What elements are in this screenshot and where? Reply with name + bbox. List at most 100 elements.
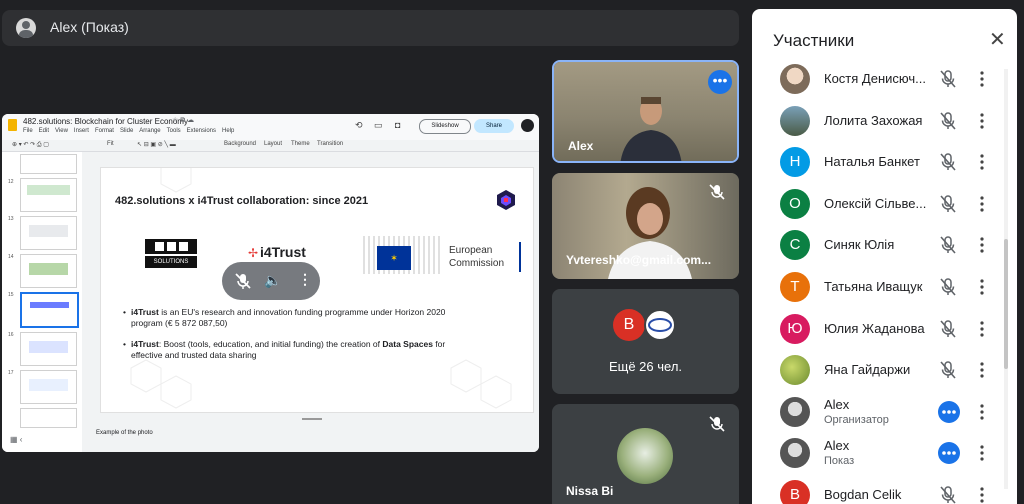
ec-logo-line1: European	[449, 245, 493, 256]
tile-yvtereshko[interactable]: Yvtereshko@gmail.com...	[552, 173, 739, 279]
kebab-menu-icon[interactable]	[980, 361, 984, 379]
mic-off-icon[interactable]	[938, 277, 958, 297]
toolbar-layout[interactable]: Layout	[264, 141, 282, 147]
star-icon[interactable]: ☆ ⧉ ☁	[172, 116, 194, 125]
kebab-menu-icon[interactable]	[980, 236, 984, 254]
slideshow-button[interactable]: Slideshow	[419, 119, 471, 134]
presenter-avatar	[16, 18, 36, 38]
participant-row[interactable]: С Синяк Юлія	[752, 224, 1004, 266]
mic-off-icon[interactable]	[938, 319, 958, 339]
slide-thumbnail[interactable]	[20, 216, 77, 250]
menu-extensions[interactable]: Extensions	[187, 128, 216, 134]
toolbar-background[interactable]: Background	[224, 141, 256, 147]
menu-format[interactable]: Format	[95, 128, 114, 134]
more-options-icon[interactable]: •••	[708, 70, 732, 94]
participant-role: Организатор	[824, 413, 889, 426]
toolbar-transition[interactable]: Transition	[317, 141, 343, 147]
slide-thumbnail-selected[interactable]	[20, 292, 79, 328]
notes-drag-handle[interactable]	[302, 418, 322, 420]
kebab-menu-icon[interactable]	[980, 444, 984, 462]
slide-title: 482.solutions x i4Trust collaboration: s…	[115, 195, 369, 207]
kebab-menu-icon[interactable]	[980, 195, 984, 213]
slide-number: 13	[8, 216, 14, 222]
participants-panel: Участники ✕ Костя Денисюч... Лолита Захож…	[752, 9, 1017, 504]
tile-name: Yvtereshko@gmail.com...	[566, 253, 712, 267]
participant-avatar: О	[780, 188, 810, 219]
bullet-1-bold: i4Trust	[131, 307, 159, 317]
menu-tools[interactable]: Tools	[167, 128, 181, 134]
participant-row[interactable]: Н Наталья Банкет	[752, 141, 1004, 183]
toolbar-icons[interactable]: ⊕ ▾ ↶ ↷ ⎙ ▢	[12, 141, 49, 149]
mic-off-icon[interactable]	[938, 152, 958, 172]
participant-row[interactable]: Т Татьяна Иващук	[752, 266, 1004, 308]
cursor-icon[interactable]: ↖ ⊟ ▣ ⊘ ╲ ▬	[137, 141, 176, 148]
more-options-icon[interactable]	[938, 442, 960, 465]
participant-avatar	[780, 64, 810, 94]
participant-avatar	[780, 355, 810, 386]
kebab-menu-icon[interactable]	[980, 320, 984, 338]
more-options-icon[interactable]: ⋮	[298, 271, 312, 288]
participant-name: Синяк Юлія	[824, 237, 895, 253]
mic-off-icon[interactable]	[938, 69, 958, 89]
kebab-menu-icon[interactable]	[980, 70, 984, 88]
participant-row[interactable]: Лолита Захожая	[752, 100, 1004, 142]
mic-off-icon[interactable]	[234, 272, 252, 290]
mic-off-icon[interactable]	[938, 111, 958, 131]
share-button[interactable]: Share	[474, 119, 514, 133]
tile-alex[interactable]: ••• Alex	[552, 60, 739, 163]
slide-thumbnail[interactable]	[20, 154, 77, 174]
mic-off-icon[interactable]	[938, 360, 958, 380]
kebab-menu-icon[interactable]	[980, 112, 984, 130]
scrollbar-track[interactable]	[1004, 69, 1008, 489]
kebab-menu-icon[interactable]	[980, 486, 984, 504]
menu-insert[interactable]: Insert	[74, 128, 89, 134]
history-icon[interactable]: ⟲	[355, 120, 363, 131]
ec-logo-divider	[519, 242, 521, 272]
participant-row[interactable]: B Bogdan Celik	[752, 474, 1004, 504]
bullet-1: • i4Trust is an EU's research and innova…	[123, 307, 446, 328]
slide-thumbnail[interactable]	[20, 178, 77, 212]
menu-arrange[interactable]: Arrange	[139, 128, 160, 134]
zoom-fit[interactable]: Fit	[107, 141, 114, 147]
slide-number: 12	[8, 179, 14, 185]
kebab-menu-icon[interactable]	[980, 153, 984, 171]
ec-logo-line2: Commission	[449, 258, 505, 269]
ec-building-icon: ✶	[363, 236, 443, 274]
slide-number: 15	[8, 292, 14, 298]
slide-canvas: 482.solutions x i4Trust collaboration: s…	[82, 152, 539, 452]
slide-thumbnail[interactable]	[20, 332, 77, 366]
doc-title[interactable]: 482.solutions: Blockchain for Cluster Ec…	[23, 117, 188, 126]
camera-icon[interactable]: ◘	[395, 120, 400, 130]
menu-edit[interactable]: Edit	[39, 128, 49, 134]
grid-view-icon[interactable]: ▦ ‹	[10, 435, 22, 444]
volume-icon[interactable]: 🔈	[264, 272, 281, 289]
close-icon[interactable]: ✕	[989, 27, 1006, 52]
menu-help[interactable]: Help	[222, 128, 234, 134]
account-avatar[interactable]	[521, 119, 534, 132]
menu-view[interactable]: View	[55, 128, 68, 134]
kebab-menu-icon[interactable]	[980, 403, 984, 421]
more-options-icon[interactable]	[938, 400, 960, 423]
slide-thumbnail[interactable]	[20, 408, 77, 428]
participant-row[interactable]: Alex Показ	[752, 432, 1004, 474]
menu-slide[interactable]: Slide	[120, 128, 133, 134]
participant-row[interactable]: Ю Юлия Жаданова	[752, 308, 1004, 350]
scrollbar-thumb[interactable]	[1004, 239, 1008, 369]
slide-thumbnail[interactable]	[20, 254, 77, 288]
tile-more-people[interactable]: B Ещё 26 чел.	[552, 289, 739, 394]
toolbar-theme[interactable]: Theme	[291, 141, 310, 147]
mic-off-icon[interactable]	[938, 485, 958, 504]
mic-off-icon[interactable]	[938, 235, 958, 255]
participant-row[interactable]: О Олексій Сільве...	[752, 183, 1004, 225]
participant-row[interactable]: Костя Денисюч...	[752, 58, 1004, 100]
participant-row[interactable]: Alex Организатор	[752, 391, 1004, 433]
slide-thumbnail[interactable]	[20, 370, 77, 404]
mic-off-icon[interactable]	[938, 194, 958, 214]
comment-icon[interactable]: ▭	[374, 120, 383, 131]
menu-file[interactable]: File	[23, 128, 33, 134]
speaker-notes[interactable]: Example of the photo	[96, 430, 153, 436]
kebab-menu-icon[interactable]	[980, 278, 984, 296]
tile-nissa[interactable]: Nissa Bi	[552, 404, 739, 504]
more-people-label: Ещё 26 чел.	[608, 359, 683, 374]
participant-row[interactable]: Яна Гайдаржи	[752, 349, 1004, 391]
